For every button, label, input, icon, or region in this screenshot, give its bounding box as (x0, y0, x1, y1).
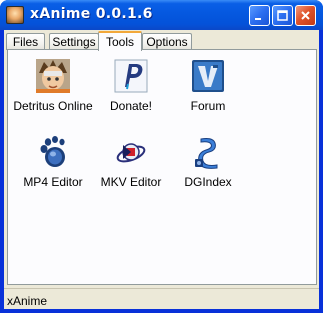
tool-dgindex[interactable]: DGIndex (166, 135, 250, 197)
app-window: xAnime 0.0.1.6 Files Settings Tools Opti… (0, 0, 323, 313)
title-bar[interactable]: xAnime 0.0.1.6 (0, 0, 323, 30)
tab-tools[interactable]: Tools (98, 31, 142, 51)
tab-settings[interactable]: Settings (49, 33, 99, 50)
forum-icon (192, 60, 224, 92)
tool-label: Donate! (109, 99, 153, 113)
status-bar: xAnime (4, 288, 319, 309)
tool-label: MP4 Editor (23, 175, 83, 189)
tool-donate[interactable]: Donate! (89, 59, 173, 121)
tool-label: Forum (190, 99, 226, 113)
tool-label: Detritus Online (13, 99, 93, 113)
tab-files[interactable]: Files (6, 33, 45, 50)
app-icon[interactable] (6, 6, 24, 24)
close-icon (301, 11, 310, 20)
close-button[interactable] (295, 5, 316, 26)
tool-mkv-editor[interactable]: MKV Editor (89, 135, 173, 197)
tools-panel: Detritus Online Donate! Forum MP4 Editor… (7, 49, 317, 285)
tool-mp4-editor[interactable]: MP4 Editor (11, 135, 95, 197)
minimize-icon (255, 18, 261, 20)
status-text: xAnime (7, 294, 48, 308)
window-title: xAnime 0.0.1.6 (30, 6, 153, 22)
minimize-button[interactable] (249, 5, 270, 26)
tool-label: DGIndex (184, 175, 232, 189)
tool-detritus-online[interactable]: Detritus Online (11, 59, 95, 121)
gnome-foot-icon (40, 136, 65, 167)
film-reel-icon (195, 138, 218, 169)
tool-label: MKV Editor (100, 175, 162, 189)
tool-forum[interactable]: Forum (166, 59, 250, 121)
maximize-icon (277, 10, 288, 21)
paypal-icon (114, 59, 148, 93)
avatar-icon (36, 59, 70, 93)
maximize-button[interactable] (272, 5, 293, 26)
mkv-icon (116, 143, 146, 163)
window-body: Files Settings Tools Options Detritus On… (4, 30, 319, 309)
tab-options[interactable]: Options (142, 33, 192, 50)
